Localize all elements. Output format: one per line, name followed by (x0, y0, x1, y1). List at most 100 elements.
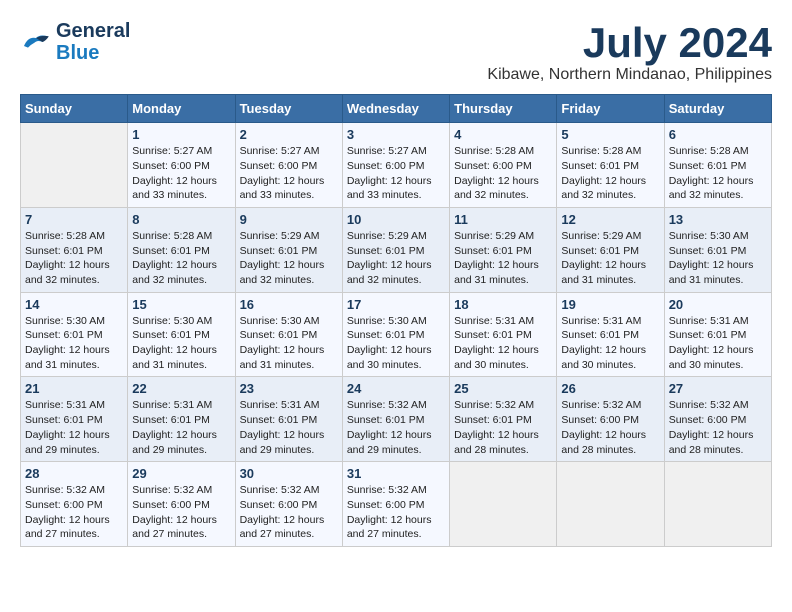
calendar-cell: 1 Sunrise: 5:27 AMSunset: 6:00 PMDaylight… (128, 123, 235, 208)
day-info: Sunrise: 5:31 AMSunset: 6:01 PMDaylight:… (561, 314, 659, 373)
day-info: Sunrise: 5:32 AMSunset: 6:00 PMDaylight:… (347, 483, 445, 542)
calendar-cell: 11 Sunrise: 5:29 AMSunset: 6:01 PMDayligh… (450, 207, 557, 292)
day-number: 17 (347, 297, 445, 312)
month-year: July 2024 (487, 20, 772, 66)
day-number: 2 (240, 127, 338, 142)
calendar-cell: 4 Sunrise: 5:28 AMSunset: 6:00 PMDaylight… (450, 123, 557, 208)
day-info: Sunrise: 5:27 AMSunset: 6:00 PMDaylight:… (240, 144, 338, 203)
day-info: Sunrise: 5:32 AMSunset: 6:00 PMDaylight:… (669, 398, 767, 457)
day-info: Sunrise: 5:30 AMSunset: 6:01 PMDaylight:… (347, 314, 445, 373)
day-number: 21 (25, 381, 123, 396)
day-number: 25 (454, 381, 552, 396)
day-number: 8 (132, 212, 230, 227)
day-number: 29 (132, 466, 230, 481)
day-info: Sunrise: 5:30 AMSunset: 6:01 PMDaylight:… (240, 314, 338, 373)
location: Kibawe, Northern Mindanao, Philippines (487, 66, 772, 84)
day-number: 30 (240, 466, 338, 481)
calendar-cell: 23Sunrise: 5:31 AMSunset: 6:01 PMDayligh… (235, 377, 342, 462)
logo: General Blue (20, 20, 130, 64)
day-number: 22 (132, 381, 230, 396)
day-info: Sunrise: 5:31 AMSunset: 6:01 PMDaylight:… (25, 398, 123, 457)
day-info: Sunrise: 5:32 AMSunset: 6:00 PMDaylight:… (561, 398, 659, 457)
calendar-cell: 19 Sunrise: 5:31 AMSunset: 6:01 PMDayligh… (557, 292, 664, 377)
day-info: Sunrise: 5:27 AMSunset: 6:00 PMDaylight:… (347, 144, 445, 203)
day-info: Sunrise: 5:30 AMSunset: 6:01 PMDaylight:… (25, 314, 123, 373)
calendar-cell: 30 Sunrise: 5:32 AMSunset: 6:00 PMDayligh… (235, 462, 342, 547)
header-day: Tuesday (235, 95, 342, 123)
calendar-cell: 24 Sunrise: 5:32 AMSunset: 6:01 PMDayligh… (342, 377, 449, 462)
calendar-row: 7Sunrise: 5:28 AMSunset: 6:01 PMDaylight… (21, 207, 772, 292)
calendar-row: 1 Sunrise: 5:27 AMSunset: 6:00 PMDaylight… (21, 123, 772, 208)
day-number: 3 (347, 127, 445, 142)
day-info: Sunrise: 5:27 AMSunset: 6:00 PMDaylight:… (132, 144, 230, 203)
day-info: Sunrise: 5:31 AMSunset: 6:01 PMDaylight:… (240, 398, 338, 457)
calendar-cell: 21 Sunrise: 5:31 AMSunset: 6:01 PMDayligh… (21, 377, 128, 462)
day-number: 11 (454, 212, 552, 227)
calendar-cell: 5 Sunrise: 5:28 AMSunset: 6:01 PMDaylight… (557, 123, 664, 208)
day-info: Sunrise: 5:32 AMSunset: 6:00 PMDaylight:… (240, 483, 338, 542)
calendar-cell: 17 Sunrise: 5:30 AMSunset: 6:01 PMDayligh… (342, 292, 449, 377)
day-number: 19 (561, 297, 659, 312)
day-info: Sunrise: 5:31 AMSunset: 6:01 PMDaylight:… (454, 314, 552, 373)
calendar-row: 14 Sunrise: 5:30 AMSunset: 6:01 PMDayligh… (21, 292, 772, 377)
day-number: 9 (240, 212, 338, 227)
day-number: 13 (669, 212, 767, 227)
calendar-row: 28 Sunrise: 5:32 AMSunset: 6:00 PMDayligh… (21, 462, 772, 547)
calendar-cell: 20 Sunrise: 5:31 AMSunset: 6:01 PMDayligh… (664, 292, 771, 377)
calendar-cell (450, 462, 557, 547)
day-info: Sunrise: 5:29 AMSunset: 6:01 PMDaylight:… (454, 229, 552, 288)
header-day: Saturday (664, 95, 771, 123)
header: General Blue July 2024 Kibawe, Northern … (20, 20, 772, 84)
header-day: Friday (557, 95, 664, 123)
calendar-cell: 12 Sunrise: 5:29 AMSunset: 6:01 PMDayligh… (557, 207, 664, 292)
day-number: 20 (669, 297, 767, 312)
calendar-cell: 10 Sunrise: 5:29 AMSunset: 6:01 PMDayligh… (342, 207, 449, 292)
day-number: 14 (25, 297, 123, 312)
header-day: Thursday (450, 95, 557, 123)
day-info: Sunrise: 5:31 AMSunset: 6:01 PMDaylight:… (132, 398, 230, 457)
day-number: 27 (669, 381, 767, 396)
day-number: 24 (347, 381, 445, 396)
day-info: Sunrise: 5:28 AMSunset: 6:01 PMDaylight:… (132, 229, 230, 288)
calendar-cell (21, 123, 128, 208)
day-info: Sunrise: 5:30 AMSunset: 6:01 PMDaylight:… (669, 229, 767, 288)
logo-blue: Blue (56, 42, 99, 64)
calendar-cell: 8 Sunrise: 5:28 AMSunset: 6:01 PMDaylight… (128, 207, 235, 292)
calendar-cell: 2 Sunrise: 5:27 AMSunset: 6:00 PMDaylight… (235, 123, 342, 208)
calendar-cell: 26 Sunrise: 5:32 AMSunset: 6:00 PMDayligh… (557, 377, 664, 462)
day-number: 1 (132, 127, 230, 142)
day-number: 4 (454, 127, 552, 142)
logo-icon (20, 30, 52, 54)
day-number: 28 (25, 466, 123, 481)
day-info: Sunrise: 5:29 AMSunset: 6:01 PMDaylight:… (561, 229, 659, 288)
day-info: Sunrise: 5:31 AMSunset: 6:01 PMDaylight:… (669, 314, 767, 373)
day-number: 10 (347, 212, 445, 227)
day-info: Sunrise: 5:32 AMSunset: 6:01 PMDaylight:… (347, 398, 445, 457)
day-number: 18 (454, 297, 552, 312)
logo-general: General (56, 20, 130, 42)
day-info: Sunrise: 5:28 AMSunset: 6:00 PMDaylight:… (454, 144, 552, 203)
day-info: Sunrise: 5:29 AMSunset: 6:01 PMDaylight:… (240, 229, 338, 288)
day-number: 15 (132, 297, 230, 312)
calendar-row: 21 Sunrise: 5:31 AMSunset: 6:01 PMDayligh… (21, 377, 772, 462)
calendar-cell: 27 Sunrise: 5:32 AMSunset: 6:00 PMDayligh… (664, 377, 771, 462)
day-info: Sunrise: 5:28 AMSunset: 6:01 PMDaylight:… (561, 144, 659, 203)
calendar-cell: 18 Sunrise: 5:31 AMSunset: 6:01 PMDayligh… (450, 292, 557, 377)
day-info: Sunrise: 5:30 AMSunset: 6:01 PMDaylight:… (132, 314, 230, 373)
header-row: SundayMondayTuesdayWednesdayThursdayFrid… (21, 95, 772, 123)
header-day: Sunday (21, 95, 128, 123)
day-number: 6 (669, 127, 767, 142)
calendar-cell: 3 Sunrise: 5:27 AMSunset: 6:00 PMDaylight… (342, 123, 449, 208)
calendar-cell: 13 Sunrise: 5:30 AMSunset: 6:01 PMDayligh… (664, 207, 771, 292)
calendar-header: SundayMondayTuesdayWednesdayThursdayFrid… (21, 95, 772, 123)
day-number: 16 (240, 297, 338, 312)
calendar-cell (664, 462, 771, 547)
day-info: Sunrise: 5:32 AMSunset: 6:01 PMDaylight:… (454, 398, 552, 457)
day-number: 12 (561, 212, 659, 227)
day-info: Sunrise: 5:29 AMSunset: 6:01 PMDaylight:… (347, 229, 445, 288)
calendar-cell: 9 Sunrise: 5:29 AMSunset: 6:01 PMDaylight… (235, 207, 342, 292)
calendar-cell: 14 Sunrise: 5:30 AMSunset: 6:01 PMDayligh… (21, 292, 128, 377)
day-number: 26 (561, 381, 659, 396)
day-number: 5 (561, 127, 659, 142)
title-area: July 2024 Kibawe, Northern Mindanao, Phi… (487, 20, 772, 84)
